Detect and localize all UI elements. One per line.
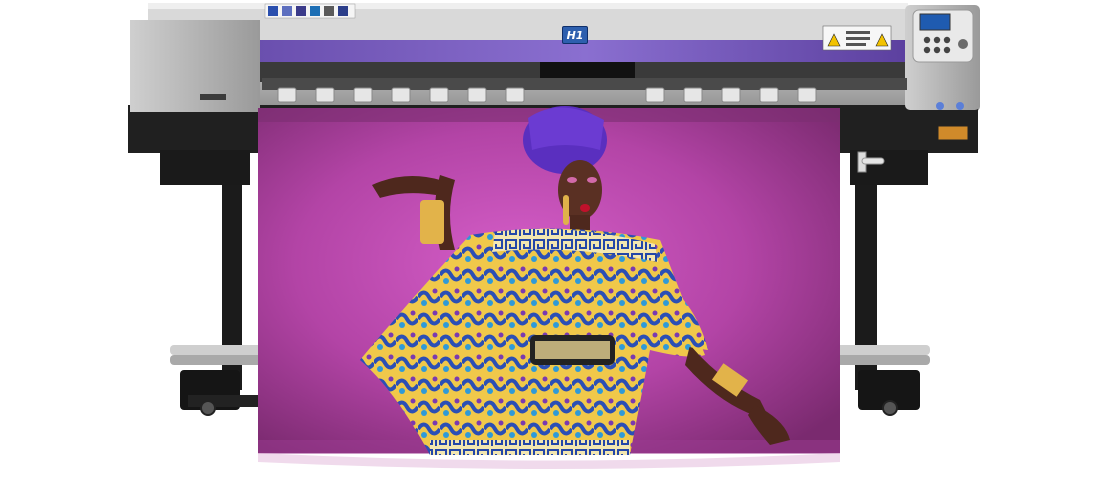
stand-left — [170, 150, 270, 410]
control-panel-icon — [912, 9, 974, 63]
brand-badge-text: H1 — [566, 28, 584, 42]
brand-badge: H1 — [562, 26, 588, 44]
warning-label-icon — [822, 25, 892, 51]
stand-right — [830, 150, 930, 410]
printer-illustration — [128, 3, 980, 469]
sticker-labels — [264, 3, 356, 19]
